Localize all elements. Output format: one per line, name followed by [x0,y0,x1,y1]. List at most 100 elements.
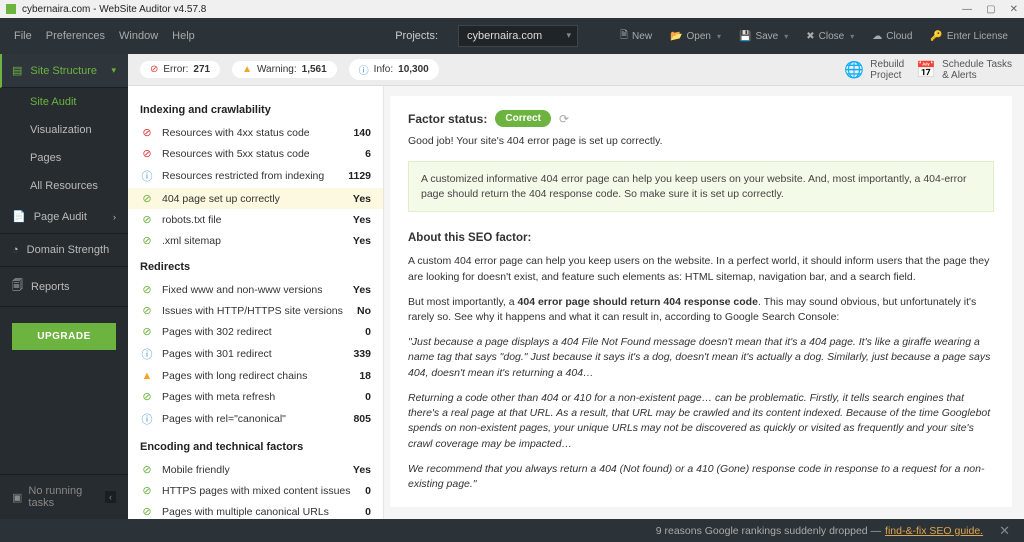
tip-box: A customized informative 404 error page … [408,161,994,212]
factor-row[interactable]: ⓘPages with rel="canonical"805 [128,407,383,431]
open-icon: 📂 [670,31,682,42]
footer-link[interactable]: find-&-fix SEO guide. [885,525,983,537]
paragraph: We recommend that you always return a 40… [408,462,994,492]
maximize-icon[interactable]: ▢ [986,4,995,15]
about-heading: About this SEO factor: [408,232,994,244]
minimize-icon[interactable]: — [962,4,972,15]
status-icon: ⊘ [140,463,154,476]
sidebar-site-structure[interactable]: ▤ Site Structure ▾ [0,54,128,88]
section-heading: Indexing and crawlability [128,94,383,122]
factor-label: 404 page set up correctly [162,193,353,205]
factor-row[interactable]: ⊘Mobile friendlyYes [128,459,383,480]
menu-preferences[interactable]: Preferences [46,30,105,42]
factor-row[interactable]: ⓘResources restricted from indexing1129 [128,164,383,188]
close-button[interactable]: ✖Close▾ [804,31,856,42]
factor-row[interactable]: ⊘Pages with meta refresh0 [128,386,383,407]
factor-row[interactable]: ⊘Pages with multiple canonical URLs0 [128,501,383,519]
factor-value: 140 [353,127,371,139]
menu-help[interactable]: Help [172,30,195,42]
factor-value: Yes [353,235,371,247]
gauge-icon: ◔ [12,244,19,256]
status-icon: ⊘ [140,147,154,160]
sidebar-item-all-resources[interactable]: All Resources [26,172,128,200]
sidebar-page-audit[interactable]: 📄 Page Audit › [0,200,128,234]
status-icon: ⊘ [140,390,154,403]
summary-bar: ⊘Error: 271 ▲Warning: 1,561 ⓘInfo: 10,30… [128,54,1024,86]
factor-row[interactable]: ⊘Resources with 5xx status code6 [128,143,383,164]
menubar: File Preferences Window Help Projects: c… [0,18,1024,54]
chevron-down-icon: ▾ [111,65,116,76]
factor-label: Resources restricted from indexing [162,170,348,182]
cloud-button[interactable]: ☁Cloud [870,31,914,42]
new-icon: 🗎 [620,28,628,45]
cloud-icon: ☁ [872,31,882,42]
rebuild-project-button[interactable]: 🌐 RebuildProject [844,59,904,81]
sidebar-item-site-audit[interactable]: Site Audit [26,88,128,116]
window-icon [6,4,16,14]
factor-value: 0 [365,326,371,338]
status-icon: ⊘ [140,325,154,338]
factor-label: Fixed www and non-www versions [162,284,353,296]
paragraph: But most importantly, a 404 error page s… [408,295,994,325]
factor-label: Pages with 301 redirect [162,348,353,360]
close-banner-icon[interactable]: ✕ [999,523,1010,539]
refresh-icon[interactable]: ⟳ [559,112,569,126]
factor-row[interactable]: ⊘Pages with 302 redirect0 [128,321,383,342]
factor-row[interactable]: ⓘPages with 301 redirect339 [128,342,383,366]
factor-row[interactable]: ⊘Resources with 4xx status code140 [128,122,383,143]
close-icon[interactable]: ✕ [1010,4,1018,15]
factor-label: robots.txt file [162,214,353,226]
factor-value: Yes [353,214,371,226]
window-title: cybernaira.com - WebSite Auditor v4.57.8 [22,4,962,15]
warnings-pill[interactable]: ▲Warning: 1,561 [232,61,337,78]
chevron-down-icon: ▾ [784,32,788,41]
factor-value: Yes [353,284,371,296]
factor-value: 6 [365,148,371,160]
status-icon: ⓘ [140,346,154,362]
factor-row[interactable]: ⊘ .xml sitemapYes [128,230,383,251]
paragraph: "Just because a page displays a 404 File… [408,335,994,381]
status-icon: ⊘ [140,234,154,247]
sidebar-label: Site Structure [30,65,97,77]
key-icon: 🔑 [930,31,942,42]
save-button[interactable]: 💾Save▾ [737,31,790,42]
factor-row[interactable]: ⊘404 page set up correctlyYes [128,188,383,209]
menu-file[interactable]: File [14,30,32,42]
sidebar-tasks[interactable]: ▣ No running tasks ‹ [0,474,128,519]
calendar-icon: 📅 [916,60,936,80]
new-button[interactable]: 🗎New [618,28,654,45]
titlebar: cybernaira.com - WebSite Auditor v4.57.8… [0,0,1024,18]
license-button[interactable]: 🔑Enter License [928,31,1010,42]
factor-row[interactable]: ⊘Issues with HTTP/HTTPS site versionsNo [128,300,383,321]
project-select[interactable]: cybernaira.com [458,25,578,47]
chevron-left-icon[interactable]: ‹ [105,491,116,503]
status-icon: ⓘ [140,168,154,184]
factor-value: Yes [353,464,371,476]
errors-pill[interactable]: ⊘Error: 271 [140,61,220,78]
detail-panel: Factor status: Correct ⟳ Good job! Your … [390,96,1012,507]
sidebar-item-visualization[interactable]: Visualization [26,116,128,144]
paragraph: A custom 404 error page can help you kee… [408,254,994,284]
warning-icon: ▲ [242,64,252,75]
info-pill[interactable]: ⓘInfo: 10,300 [349,59,439,80]
sidebar-domain-strength[interactable]: ◔ Domain Strength [0,234,128,267]
status-icon: ⊘ [140,126,154,139]
structure-icon: ▤ [12,64,22,77]
sidebar-item-pages[interactable]: Pages [26,144,128,172]
open-button[interactable]: 📂Open▾ [668,31,723,42]
factor-row[interactable]: ⊘Fixed www and non-www versionsYes [128,279,383,300]
factor-row[interactable]: ⊘robots.txt fileYes [128,209,383,230]
factor-row[interactable]: ▲Pages with long redirect chains18 [128,366,383,386]
rebuild-icon: 🌐 [844,60,864,80]
sidebar-reports[interactable]: 🗐 Reports [0,267,128,307]
menu-window[interactable]: Window [119,30,158,42]
schedule-tasks-button[interactable]: 📅 Schedule Tasks& Alerts [916,59,1012,81]
factor-label: Issues with HTTP/HTTPS site versions [162,305,357,317]
factor-value: 0 [365,391,371,403]
factor-value: 0 [365,485,371,497]
chevron-down-icon: ▾ [717,32,721,41]
factor-row[interactable]: ⊘HTTPS pages with mixed content issues0 [128,480,383,501]
factor-label: .xml sitemap [162,235,353,247]
factor-value: No [357,305,371,317]
upgrade-button[interactable]: UPGRADE [12,323,116,350]
